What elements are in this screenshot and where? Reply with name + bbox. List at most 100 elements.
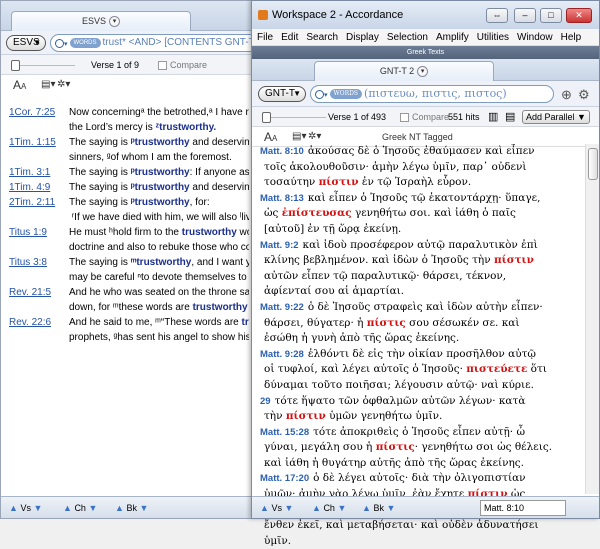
verse-text: ἐσώθη ἡ γυνὴ ἀπὸ τῆς ὥρας ἐκείνης. bbox=[264, 332, 460, 345]
up-arrow-icon[interactable]: ▲ bbox=[9, 503, 18, 513]
verse-reference[interactable]: Matt. 9:2 bbox=[260, 238, 299, 254]
text-line: ἀφίενταί σου αἱ ἁμαρτίαι. bbox=[260, 284, 580, 300]
info-row: Verse 1 of 9 Compare bbox=[1, 55, 251, 75]
verse-nav[interactable]: ▲ Vs ▼ bbox=[9, 497, 42, 519]
menu-utilities[interactable]: Utilities bbox=[477, 32, 509, 43]
verse-reference[interactable]: 2Tim. 2:11 bbox=[9, 195, 69, 210]
compare-toggle[interactable]: Compare bbox=[400, 107, 449, 127]
display-options-icon[interactable]: ▤▾ bbox=[41, 75, 55, 95]
slider-track[interactable] bbox=[271, 117, 326, 118]
menu-help[interactable]: Help bbox=[561, 32, 582, 43]
search-icon bbox=[315, 89, 324, 99]
verse-text: Now concerning bbox=[69, 107, 141, 118]
menu-edit[interactable]: Edit bbox=[281, 32, 298, 43]
down-arrow-icon[interactable]: ▼ bbox=[284, 503, 293, 513]
scroll-thumb[interactable] bbox=[588, 148, 598, 180]
verse-reference[interactable]: 29 bbox=[260, 394, 271, 410]
down-arrow-icon[interactable]: ▼ bbox=[337, 503, 346, 513]
down-arrow-icon[interactable]: ▼ bbox=[386, 503, 395, 513]
search-type-badge[interactable]: WORDS bbox=[329, 89, 363, 99]
verse-reference[interactable]: Matt. 8:13 bbox=[260, 191, 304, 207]
book-nav[interactable]: ▲ Bk ▼ bbox=[362, 497, 395, 519]
add-parallel-button[interactable]: Add Parallel ▼ bbox=[522, 110, 590, 124]
slider-track[interactable] bbox=[20, 65, 75, 66]
verse-reference[interactable]: 1Tim. 3:1 bbox=[9, 165, 69, 180]
up-arrow-icon[interactable]: ▲ bbox=[362, 503, 371, 513]
text-line: the Lord’s mercy is ᶻtrustworthy. bbox=[9, 120, 249, 135]
slider-handle[interactable] bbox=[262, 112, 271, 123]
search-menu-icon[interactable]: ▾ bbox=[324, 91, 328, 99]
tab-menu-icon[interactable]: ▾ bbox=[109, 16, 120, 28]
tab-menu-icon[interactable]: ▾ bbox=[417, 66, 429, 78]
scrollbar[interactable] bbox=[585, 144, 599, 494]
tab-strip: GNT-T 2 ▾ bbox=[252, 59, 599, 81]
menu-file[interactable]: File bbox=[257, 32, 273, 43]
verse-reference[interactable]: Rev. 22:6 bbox=[9, 315, 69, 330]
up-arrow-icon[interactable]: ▲ bbox=[63, 503, 72, 513]
goto-reference-field[interactable]: Matt. 8:10 bbox=[480, 500, 566, 516]
verse-reference[interactable]: Titus 3:8 bbox=[9, 255, 69, 270]
search-hit: πίστιν bbox=[285, 410, 326, 423]
verse-reference[interactable]: 1Cor. 7:25 bbox=[9, 105, 69, 120]
verse-reference[interactable]: Matt. 9:22 bbox=[260, 300, 304, 316]
search-menu-icon[interactable]: ▾ bbox=[64, 41, 68, 48]
tab-esvs[interactable]: ESVS ▾ bbox=[11, 11, 191, 31]
up-arrow-icon[interactable]: ▲ bbox=[260, 503, 269, 513]
slider-handle[interactable] bbox=[11, 60, 20, 71]
settings-icon[interactable]: ⚙ bbox=[578, 87, 590, 103]
compare-toggle[interactable]: Compare bbox=[158, 55, 207, 75]
verse-reference[interactable]: Matt. 9:28 bbox=[260, 347, 304, 363]
text-line: 1Tim. 1:15 The saying is ᵖtrustworthy and… bbox=[9, 135, 249, 150]
add-search-icon[interactable]: ⊕ bbox=[561, 87, 572, 103]
down-arrow-icon[interactable]: ▼ bbox=[88, 503, 97, 513]
down-arrow-icon[interactable]: ▼ bbox=[139, 503, 148, 513]
menu-selection[interactable]: Selection bbox=[387, 32, 428, 43]
tab-gnt-t-2[interactable]: GNT-T 2 ▾ bbox=[314, 61, 494, 81]
verse-reference[interactable]: Matt. 15:28 bbox=[260, 425, 309, 441]
text-line: Rev. 22:6 And he said to me, ᵐ“These word… bbox=[9, 315, 249, 330]
verse-reference[interactable]: Rev. 21:5 bbox=[9, 285, 69, 300]
title-bar: Workspace 2 - Accordance ⇔ – □ ✕ bbox=[252, 1, 599, 29]
text-line: sinners, ᵍof whom I am the foremost. bbox=[9, 150, 249, 165]
verse-reference[interactable]: Matt. 8:10 bbox=[260, 144, 304, 160]
menu-display[interactable]: Display bbox=[346, 32, 379, 43]
text-line: 1Cor. 7:25 Now concerningᵃ the betrothed,… bbox=[9, 105, 249, 120]
text-line: κλίνης βεβλημένον. καὶ ἰδὼν ὁ Ἰησοῦς τὴν… bbox=[260, 253, 580, 269]
verse-reference[interactable]: Matt. 17:20 bbox=[260, 471, 309, 487]
text-line: δύναμαι τοῦτο ποιῆσαι; λέγουσιν αὐτῷ· να… bbox=[260, 378, 580, 394]
verse-text: ᵍof whom I am the foremost. bbox=[106, 152, 232, 163]
chapter-nav[interactable]: ▲ Ch ▼ bbox=[63, 497, 97, 519]
chapter-nav[interactable]: ▲ Ch ▼ bbox=[312, 497, 346, 519]
module-label: GNT-T bbox=[265, 88, 295, 99]
module-dropdown[interactable]: ESVS ▼ bbox=[6, 35, 46, 51]
module-dropdown[interactable]: GNT-T ▼ bbox=[258, 86, 306, 102]
search-input[interactable]: ▾ WORDS (πιστευω, πιστις, πιστος) bbox=[310, 85, 554, 103]
up-arrow-icon[interactable]: ▲ bbox=[115, 503, 124, 513]
minimize-button[interactable]: – bbox=[514, 8, 536, 23]
gear-icon[interactable]: ✲▾ bbox=[57, 75, 70, 95]
verse-reference[interactable]: Titus 1:9 bbox=[9, 225, 69, 240]
compare-checkbox[interactable] bbox=[158, 61, 167, 71]
menu-search[interactable]: Search bbox=[306, 32, 338, 43]
close-button[interactable]: ✕ bbox=[566, 8, 592, 23]
compare-checkbox[interactable] bbox=[400, 113, 409, 123]
menu-window[interactable]: Window bbox=[517, 32, 553, 43]
menu-amplify[interactable]: Amplify bbox=[436, 32, 469, 43]
text-line: καὶ ἰάθη ἡ θυγάτηρ αὐτῆς ἀπὸ τῆς ὥρας ἐκ… bbox=[260, 456, 580, 472]
verse-reference[interactable]: 1Tim. 1:15 bbox=[9, 135, 69, 150]
chart-icon[interactable]: ▥ bbox=[488, 107, 498, 127]
verse-text: ʳIf we have died with him, we will also … bbox=[71, 212, 249, 223]
text-size-icon[interactable]: AA bbox=[13, 75, 26, 97]
verse-text: ἀκούσας δὲ ὁ Ἰησοῦς ἐθαύμασεν καὶ εἶπεν bbox=[307, 145, 535, 157]
verse-reference[interactable]: 1Tim. 4:9 bbox=[9, 180, 69, 195]
details-icon[interactable]: ▤ bbox=[505, 107, 515, 127]
restore-arrows-icon[interactable]: ⇔ bbox=[486, 8, 508, 23]
down-arrow-icon[interactable]: ▼ bbox=[33, 503, 42, 513]
book-nav[interactable]: ▲ Bk ▼ bbox=[115, 497, 148, 519]
search-input[interactable]: ▾ WORDS trust* <AND> [CONTENTS GNT-T bbox=[50, 34, 260, 52]
verse-nav[interactable]: ▲ Vs ▼ bbox=[260, 497, 293, 519]
up-arrow-icon[interactable]: ▲ bbox=[312, 503, 321, 513]
maximize-button[interactable]: □ bbox=[540, 8, 562, 23]
search-icon bbox=[55, 38, 64, 48]
search-type-badge[interactable]: WORDS bbox=[69, 38, 101, 49]
